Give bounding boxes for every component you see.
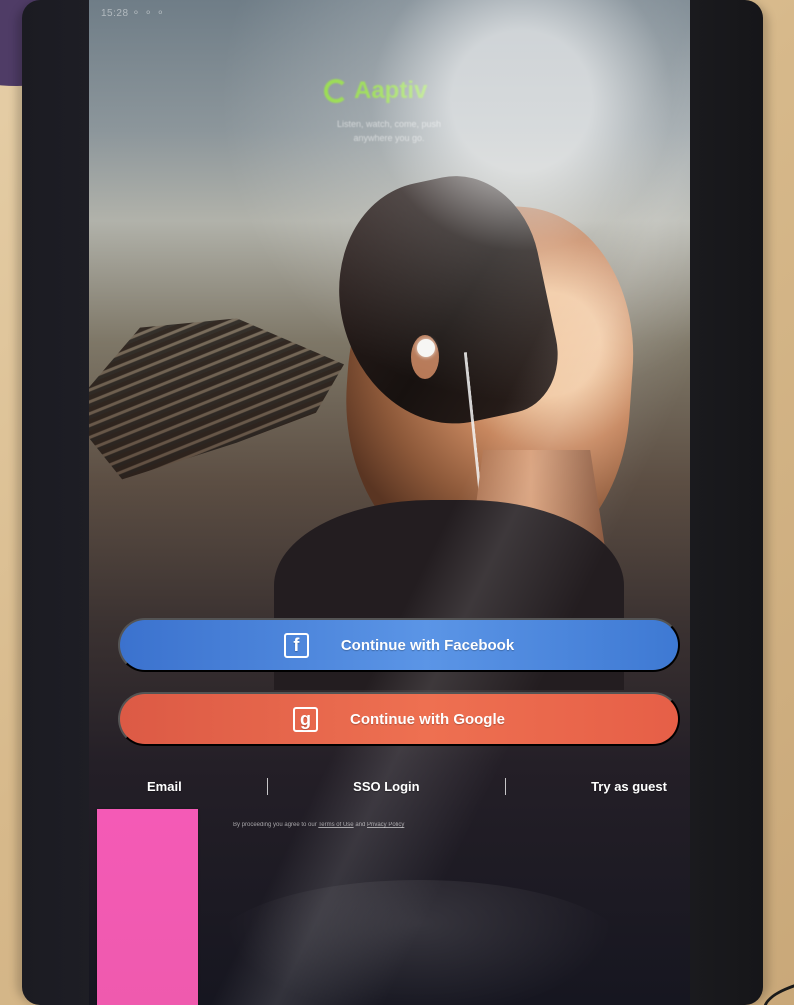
app-logo: Aaptiv xyxy=(324,73,456,108)
try-as-guest-link[interactable]: Try as guest xyxy=(591,779,667,794)
legal-consent-text: By proceeding you agree to our Terms of … xyxy=(233,822,583,828)
logo-mark-icon xyxy=(324,78,348,103)
google-icon: g xyxy=(293,706,318,732)
earphone-icon xyxy=(417,339,435,357)
hair-image-detail xyxy=(89,318,344,480)
status-bar: 15:28 ⚬ ⚬ ⚬ xyxy=(101,8,165,19)
facebook-button-label: Continue with Facebook xyxy=(340,636,515,654)
email-link[interactable]: Email xyxy=(147,779,182,794)
link-divider xyxy=(504,777,506,795)
continue-google-button[interactable]: g Continue with Google xyxy=(118,692,680,746)
hero-image xyxy=(89,161,690,690)
login-options: Email SSO Login Try as guest xyxy=(147,774,667,798)
google-button-label: Continue with Google xyxy=(350,710,505,728)
sso-login-link[interactable]: SSO Login xyxy=(353,779,419,794)
legal-middle: and xyxy=(355,822,366,828)
photo-background: 15:28 ⚬ ⚬ ⚬ Aaptiv Listen, watch, come, … xyxy=(0,0,794,1005)
logo-text: Aaptiv xyxy=(354,76,428,104)
link-divider xyxy=(266,777,268,795)
tagline-line-1: Listen, watch, come, push xyxy=(336,119,442,129)
facebook-icon: f xyxy=(283,632,309,658)
pink-sticky-note xyxy=(97,809,198,1005)
legal-prefix: By proceeding you agree to our xyxy=(233,822,317,828)
continue-facebook-button[interactable]: f Continue with Facebook xyxy=(118,618,680,672)
app-tagline: Listen, watch, come, push anywhere you g… xyxy=(289,117,489,145)
terms-of-use-link[interactable]: Terms of Use xyxy=(318,822,353,828)
screen-reflection xyxy=(209,880,629,1005)
privacy-policy-link[interactable]: Privacy Policy xyxy=(367,822,404,828)
tagline-line-2: anywhere you go. xyxy=(353,133,425,143)
